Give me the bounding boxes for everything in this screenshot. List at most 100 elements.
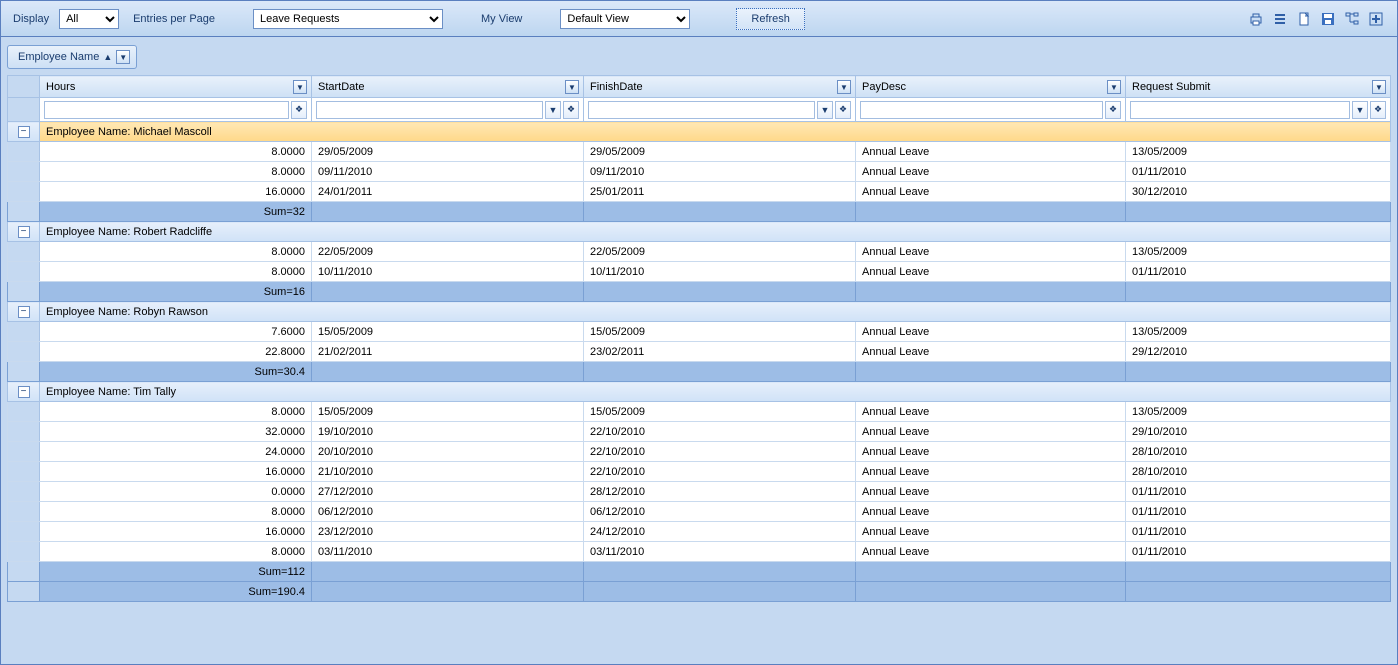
table-row[interactable]: 8.000009/11/201009/11/2010Annual Leave01… [8, 162, 1391, 182]
data-grid: Hours▼ StartDate▼ FinishDate▼ PayDesc▼ R… [7, 75, 1391, 602]
tree-icon[interactable] [1343, 10, 1361, 28]
table-row[interactable]: 7.600015/05/200915/05/2009Annual Leave13… [8, 322, 1391, 342]
group-sum-row: Sum=16 [8, 282, 1391, 302]
cell-startdate: 24/01/2011 [312, 182, 584, 202]
my-view-select[interactable]: Default View [560, 9, 690, 29]
col-finishdate-dropdown[interactable]: ▼ [837, 80, 851, 94]
display-select[interactable]: All [59, 9, 119, 29]
cell-hours: 8.0000 [40, 142, 312, 162]
table-row[interactable]: 8.000006/12/201006/12/2010Annual Leave01… [8, 502, 1391, 522]
cell-paydesc: Annual Leave [856, 422, 1126, 442]
filter-finish-cell: ▼❖ [584, 98, 856, 122]
cell-startdate: 15/05/2009 [312, 322, 584, 342]
cell-startdate: 22/05/2009 [312, 242, 584, 262]
print-icon[interactable] [1247, 10, 1265, 28]
table-row[interactable]: 0.000027/12/201028/12/2010Annual Leave01… [8, 482, 1391, 502]
col-hours-dropdown[interactable]: ▼ [293, 80, 307, 94]
filter-start-dd[interactable]: ▼ [545, 101, 561, 119]
grand-empty [584, 582, 856, 602]
group-by-pill[interactable]: Employee Name ▲ ▼ [7, 45, 137, 69]
cell-requestsubmit: 01/11/2010 [1126, 162, 1391, 182]
add-icon[interactable] [1367, 10, 1385, 28]
collapse-icon[interactable]: − [18, 306, 30, 318]
group-by-dropdown[interactable]: ▼ [116, 50, 130, 64]
expand-cell: − [8, 122, 40, 142]
list-icon[interactable] [1271, 10, 1289, 28]
cell-requestsubmit: 13/05/2009 [1126, 402, 1391, 422]
group-header[interactable]: −Employee Name: Tim Tally [8, 382, 1391, 402]
filter-start-input[interactable] [316, 101, 543, 119]
filter-start-cell: ▼❖ [312, 98, 584, 122]
corner-cell [8, 76, 40, 98]
filter-finish-dd[interactable]: ▼ [817, 101, 833, 119]
cell-requestsubmit: 13/05/2009 [1126, 322, 1391, 342]
cell-paydesc: Annual Leave [856, 502, 1126, 522]
sum-gutter [8, 282, 40, 302]
sum-empty [312, 562, 584, 582]
group-sum-row: Sum=32 [8, 202, 1391, 222]
row-gutter [8, 462, 40, 482]
collapse-icon[interactable]: − [18, 126, 30, 138]
cell-startdate: 29/05/2009 [312, 142, 584, 162]
col-finishdate[interactable]: FinishDate▼ [584, 76, 856, 98]
row-gutter [8, 182, 40, 202]
table-row[interactable]: 16.000023/12/201024/12/2010Annual Leave0… [8, 522, 1391, 542]
table-row[interactable]: 8.000003/11/201003/11/2010Annual Leave01… [8, 542, 1391, 562]
filter-pay-cell: ❖ [856, 98, 1126, 122]
group-header[interactable]: −Employee Name: Robyn Rawson [8, 302, 1391, 322]
cell-hours: 16.0000 [40, 462, 312, 482]
save-icon[interactable] [1319, 10, 1337, 28]
filter-select[interactable]: Leave Requests [253, 9, 443, 29]
filter-hours-fn[interactable]: ❖ [291, 101, 307, 119]
sum-empty [856, 282, 1126, 302]
cell-startdate: 06/12/2010 [312, 502, 584, 522]
table-row[interactable]: 8.000010/11/201010/11/2010Annual Leave01… [8, 262, 1391, 282]
filter-finish-fn[interactable]: ❖ [835, 101, 851, 119]
filter-req-fn[interactable]: ❖ [1370, 101, 1386, 119]
filter-pay-fn[interactable]: ❖ [1105, 101, 1121, 119]
table-row[interactable]: 32.000019/10/201022/10/2010Annual Leave2… [8, 422, 1391, 442]
table-row[interactable]: 8.000029/05/200929/05/2009Annual Leave13… [8, 142, 1391, 162]
table-row[interactable]: 16.000024/01/201125/01/2011Annual Leave3… [8, 182, 1391, 202]
filter-req-input[interactable] [1130, 101, 1350, 119]
col-paydesc[interactable]: PayDesc▼ [856, 76, 1126, 98]
col-requestsubmit-dropdown[interactable]: ▼ [1372, 80, 1386, 94]
table-row[interactable]: 8.000015/05/200915/05/2009Annual Leave13… [8, 402, 1391, 422]
cell-paydesc: Annual Leave [856, 322, 1126, 342]
table-row[interactable]: 24.000020/10/201022/10/2010Annual Leave2… [8, 442, 1391, 462]
filter-req-dd[interactable]: ▼ [1352, 101, 1368, 119]
group-sum-row: Sum=30.4 [8, 362, 1391, 382]
collapse-icon[interactable]: − [18, 386, 30, 398]
group-header[interactable]: −Employee Name: Robert Radcliffe [8, 222, 1391, 242]
group-header[interactable]: −Employee Name: Michael Mascoll [8, 122, 1391, 142]
cell-requestsubmit: 29/10/2010 [1126, 422, 1391, 442]
cell-startdate: 09/11/2010 [312, 162, 584, 182]
collapse-icon[interactable]: − [18, 226, 30, 238]
table-row[interactable]: 16.000021/10/201022/10/2010Annual Leave2… [8, 462, 1391, 482]
col-startdate-dropdown[interactable]: ▼ [565, 80, 579, 94]
filter-pay-input[interactable] [860, 101, 1103, 119]
cell-hours: 7.6000 [40, 322, 312, 342]
table-row[interactable]: 8.000022/05/200922/05/2009Annual Leave13… [8, 242, 1391, 262]
new-page-icon[interactable] [1295, 10, 1313, 28]
filter-hours-input[interactable] [44, 101, 289, 119]
refresh-button[interactable]: Refresh [736, 8, 805, 30]
cell-hours: 8.0000 [40, 502, 312, 522]
col-paydesc-dropdown[interactable]: ▼ [1107, 80, 1121, 94]
filter-start-fn[interactable]: ❖ [563, 101, 579, 119]
col-requestsubmit[interactable]: Request Submit▼ [1126, 76, 1391, 98]
sum-gutter [8, 362, 40, 382]
expand-cell: − [8, 382, 40, 402]
col-startdate[interactable]: StartDate▼ [312, 76, 584, 98]
row-gutter [8, 142, 40, 162]
sum-value: Sum=112 [40, 562, 312, 582]
cell-requestsubmit: 01/11/2010 [1126, 502, 1391, 522]
cell-startdate: 23/12/2010 [312, 522, 584, 542]
filter-finish-input[interactable] [588, 101, 815, 119]
cell-paydesc: Annual Leave [856, 482, 1126, 502]
cell-finishdate: 06/12/2010 [584, 502, 856, 522]
group-header-label: Employee Name: Michael Mascoll [40, 122, 1391, 142]
table-row[interactable]: 22.800021/02/201123/02/2011Annual Leave2… [8, 342, 1391, 362]
cell-requestsubmit: 28/10/2010 [1126, 462, 1391, 482]
col-hours[interactable]: Hours▼ [40, 76, 312, 98]
